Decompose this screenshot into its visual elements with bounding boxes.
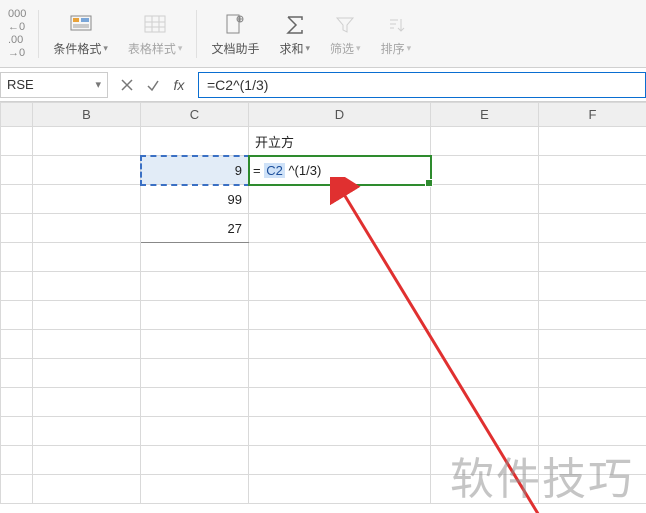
col-header-F[interactable]: F bbox=[539, 103, 646, 127]
formula-bar: RSE fx =C2^(1/3) bbox=[0, 68, 646, 102]
col-header-E[interactable]: E bbox=[431, 103, 539, 127]
table-style-button[interactable]: 表格样式▾ bbox=[118, 4, 193, 64]
table-row bbox=[1, 446, 646, 475]
sigma-icon bbox=[282, 12, 308, 38]
table-row bbox=[1, 359, 646, 388]
doc-helper-icon bbox=[222, 12, 248, 38]
cell-D2-editing[interactable]: = C2 ^(1/3) bbox=[249, 156, 431, 185]
cell-D1[interactable]: 开立方 bbox=[249, 127, 431, 156]
spreadsheet-grid[interactable]: B C D E F 开立方 9 = C2 ^(1/3) 99 27 bbox=[0, 102, 646, 513]
filter-button[interactable]: 筛选▾ bbox=[320, 4, 371, 64]
table-row bbox=[1, 417, 646, 446]
table-row: 27 bbox=[1, 214, 646, 243]
table-row bbox=[1, 272, 646, 301]
column-header-row: B C D E F bbox=[1, 103, 646, 127]
table-row bbox=[1, 243, 646, 272]
col-header-B[interactable]: B bbox=[33, 103, 141, 127]
cell-C4[interactable]: 27 bbox=[141, 214, 249, 243]
table-row bbox=[1, 330, 646, 359]
table-row: 开立方 bbox=[1, 127, 646, 156]
conditional-format-button[interactable]: 条件格式▾ bbox=[43, 4, 118, 64]
sort-icon bbox=[383, 12, 409, 38]
ribbon-toolbar: 000 ←0 .00 →0 条件格式▾ 表格样式▾ 文档助手 求和▾ 筛选▾ bbox=[0, 0, 646, 68]
doc-helper-button[interactable]: 文档助手 bbox=[201, 4, 269, 64]
table-row bbox=[1, 388, 646, 417]
col-header-D[interactable]: D bbox=[249, 103, 431, 127]
cell-C2[interactable]: 9 bbox=[141, 156, 249, 185]
cell-C3[interactable]: 99 bbox=[141, 185, 249, 214]
cancel-formula-button[interactable] bbox=[114, 72, 140, 98]
table-style-icon bbox=[142, 12, 168, 38]
sort-button[interactable]: 排序▾ bbox=[371, 4, 422, 64]
table-row: 9 = C2 ^(1/3) bbox=[1, 156, 646, 185]
funnel-icon bbox=[332, 12, 358, 38]
fx-icon: fx bbox=[174, 77, 185, 93]
confirm-formula-button[interactable] bbox=[140, 72, 166, 98]
sum-button[interactable]: 求和▾ bbox=[269, 4, 320, 64]
table-row bbox=[1, 301, 646, 330]
fx-button[interactable]: fx bbox=[166, 72, 192, 98]
formula-input[interactable]: =C2^(1/3) bbox=[198, 72, 646, 98]
name-box[interactable]: RSE bbox=[0, 72, 108, 98]
decimal-format-group[interactable]: 000 ←0 .00 →0 bbox=[0, 4, 34, 63]
col-header-C[interactable]: C bbox=[141, 103, 249, 127]
conditional-format-icon bbox=[68, 12, 94, 38]
table-row: 99 bbox=[1, 185, 646, 214]
table-row bbox=[1, 475, 646, 504]
